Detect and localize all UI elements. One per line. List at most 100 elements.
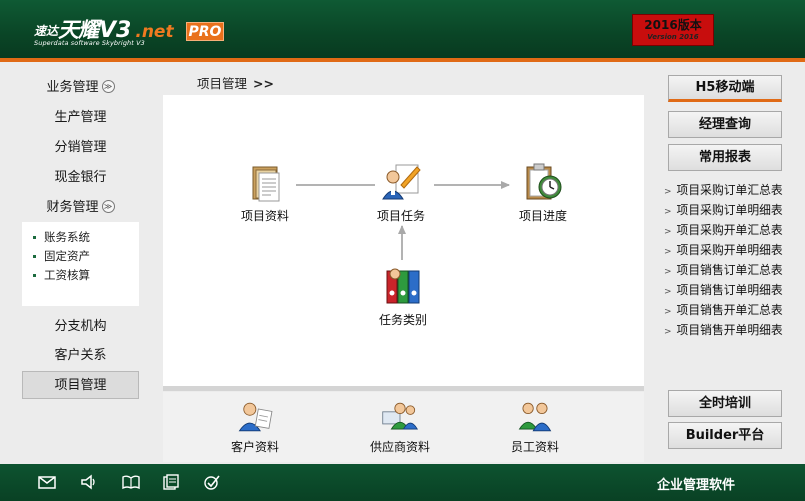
node-label: 员工资料 xyxy=(510,440,559,454)
report-link[interactable]: > 项目采购订单明细表 xyxy=(664,200,804,220)
node-task-category[interactable]: 任务类别 xyxy=(363,265,443,328)
version-badge: 2016版本 Version 2016 xyxy=(632,14,714,46)
chevron-right-icon: > xyxy=(664,247,672,257)
builder-platform-button[interactable]: Builder平台 xyxy=(668,422,782,449)
supplier-icon xyxy=(382,402,419,430)
sidebar-item-branches[interactable]: 分支机构 xyxy=(22,313,139,341)
report-label: 项目采购开单汇总表 xyxy=(676,223,783,237)
report-label: 项目销售订单汇总表 xyxy=(676,263,783,277)
sidebar-item-cash-bank[interactable]: 现金银行 xyxy=(22,164,139,192)
report-link[interactable]: > 项目销售订单汇总表 xyxy=(664,260,804,280)
sidebar-item-finance[interactable]: 财务管理 ≫ xyxy=(22,194,139,222)
check-icon[interactable] xyxy=(203,474,221,490)
report-label: 项目销售开单汇总表 xyxy=(676,303,783,317)
sidebar-item-projects[interactable]: 项目管理 xyxy=(22,371,139,399)
training-button[interactable]: 全时培训 xyxy=(668,390,782,417)
footer-product-name: 企业管理软件 xyxy=(657,478,736,493)
flow-arrows xyxy=(296,181,510,260)
breadcrumb-current: 项目管理 xyxy=(197,76,248,91)
customer-icon xyxy=(238,402,273,432)
panel-divider xyxy=(163,386,644,391)
common-reports-button[interactable]: 常用报表 xyxy=(668,144,782,171)
node-project-task[interactable]: 项目任务 xyxy=(361,161,441,224)
version-subtitle: Version 2016 xyxy=(647,33,699,41)
report-link[interactable]: > 项目销售订单明细表 xyxy=(664,280,804,300)
sidebar-item-production[interactable]: 生产管理 xyxy=(22,104,139,132)
report-link[interactable]: > 项目采购开单明细表 xyxy=(664,240,804,260)
sidebar-item-label: 分支机构 xyxy=(54,319,107,334)
bullet-icon xyxy=(33,274,36,277)
expand-toggle-icon[interactable]: ≫ xyxy=(101,200,115,213)
submenu-item-fixed-assets[interactable]: 固定资产 xyxy=(22,247,139,266)
sidebar: 业务管理 ≫ 生产管理 分销管理 现金银行 财务管理 ≫ 账务系统 固定资产 工资核… xyxy=(0,62,158,462)
book-icon[interactable] xyxy=(122,474,140,490)
clipboard-clock-icon xyxy=(526,163,562,200)
node-employee-info[interactable]: 员工资料 xyxy=(495,398,575,455)
manager-query-button[interactable]: 经理查询 xyxy=(668,111,782,138)
bullet-icon xyxy=(33,236,36,239)
report-link[interactable]: > 项目销售开单明细表 xyxy=(664,320,804,340)
node-label: 项目进度 xyxy=(518,209,567,223)
sidebar-item-label: 项目管理 xyxy=(54,378,107,393)
expand-toggle-icon[interactable]: ≫ xyxy=(101,80,115,93)
document-stack-icon xyxy=(252,166,280,202)
chevron-right-icon: > xyxy=(664,327,672,337)
sidebar-item-business[interactable]: 业务管理 ≫ xyxy=(22,74,139,102)
report-link[interactable]: > 项目销售开单汇总表 xyxy=(664,300,804,320)
node-label: 项目任务 xyxy=(376,209,425,223)
submenu-item-label: 账务系统 xyxy=(44,230,90,244)
master-data-panel: 客户资料 供应商资料 员工资料 xyxy=(163,392,644,462)
submenu-item-payroll[interactable]: 工资核算 xyxy=(22,266,139,285)
node-label: 任务类别 xyxy=(378,313,427,327)
node-supplier-info[interactable]: 供应商资料 xyxy=(360,398,440,455)
h5-mobile-button[interactable]: H5移动端 xyxy=(668,75,782,102)
report-label: 项目采购订单汇总表 xyxy=(676,183,783,197)
finance-submenu: 账务系统 固定资产 工资核算 xyxy=(22,222,139,306)
chevron-right-icon: > xyxy=(664,287,672,297)
sidebar-item-label: 分销管理 xyxy=(54,140,107,155)
footer-bar: 企业管理软件 xyxy=(0,464,805,501)
logo-subtitle: Superdata software Skybright V3 xyxy=(34,39,145,47)
node-customer-info[interactable]: 客户资料 xyxy=(215,398,295,455)
report-label: 项目销售订单明细表 xyxy=(676,283,783,297)
version-year: 2016版本 xyxy=(644,18,702,32)
report-link[interactable]: > 项目采购订单汇总表 xyxy=(664,180,804,200)
chevron-right-icon: > xyxy=(664,267,672,277)
sidebar-item-label: 生产管理 xyxy=(54,110,107,125)
node-label: 供应商资料 xyxy=(369,440,430,454)
node-label: 项目资料 xyxy=(240,209,289,223)
report-label: 项目采购订单明细表 xyxy=(676,203,783,217)
node-label: 客户资料 xyxy=(230,440,279,454)
breadcrumb: 项目管理 >> xyxy=(197,73,274,92)
bullet-icon xyxy=(33,255,36,258)
report-link[interactable]: > 项目采购开单汇总表 xyxy=(664,220,804,240)
submenu-item-label: 固定资产 xyxy=(44,249,90,263)
node-project-info[interactable]: 项目资料 xyxy=(225,161,305,224)
sidebar-item-crm[interactable]: 客户关系 xyxy=(22,342,139,370)
report-label: 项目采购开单明细表 xyxy=(676,243,783,257)
submenu-item-accounting[interactable]: 账务系统 xyxy=(22,228,139,247)
chevron-right-icon: > xyxy=(664,207,672,217)
sidebar-item-label: 业务管理 xyxy=(46,80,99,95)
chevron-right-icon: > xyxy=(664,307,672,317)
header-bar: 速达天耀V3 .net Superdata software Skybright … xyxy=(0,0,805,58)
report-label: 项目销售开单明细表 xyxy=(676,323,783,337)
breadcrumb-arrow-icon: >> xyxy=(253,76,274,91)
employees-icon xyxy=(518,402,552,432)
node-project-progress[interactable]: 项目进度 xyxy=(503,161,583,224)
person-task-icon xyxy=(382,164,421,200)
report-list: > 项目采购订单汇总表 > 项目采购订单明细表 > 项目采购开单汇总表 > 项目采购开单… xyxy=(664,180,804,340)
sidebar-item-label: 现金银行 xyxy=(54,170,107,185)
sidebar-item-distribution[interactable]: 分销管理 xyxy=(22,134,139,162)
speaker-icon[interactable] xyxy=(80,474,98,490)
project-flow-panel: 项目资料 项目任务 项目进度 任务类别 xyxy=(163,95,644,386)
sidebar-item-label: 财务管理 xyxy=(46,200,99,215)
chevron-right-icon: > xyxy=(664,187,672,197)
logo-cn-small: 速达 xyxy=(34,24,59,38)
sidebar-item-label: 客户关系 xyxy=(54,348,107,363)
document-icon[interactable] xyxy=(162,474,180,490)
chevron-right-icon: > xyxy=(664,227,672,237)
mail-icon[interactable] xyxy=(38,474,56,490)
pro-badge: PRO xyxy=(186,22,224,41)
binders-icon xyxy=(386,268,420,304)
